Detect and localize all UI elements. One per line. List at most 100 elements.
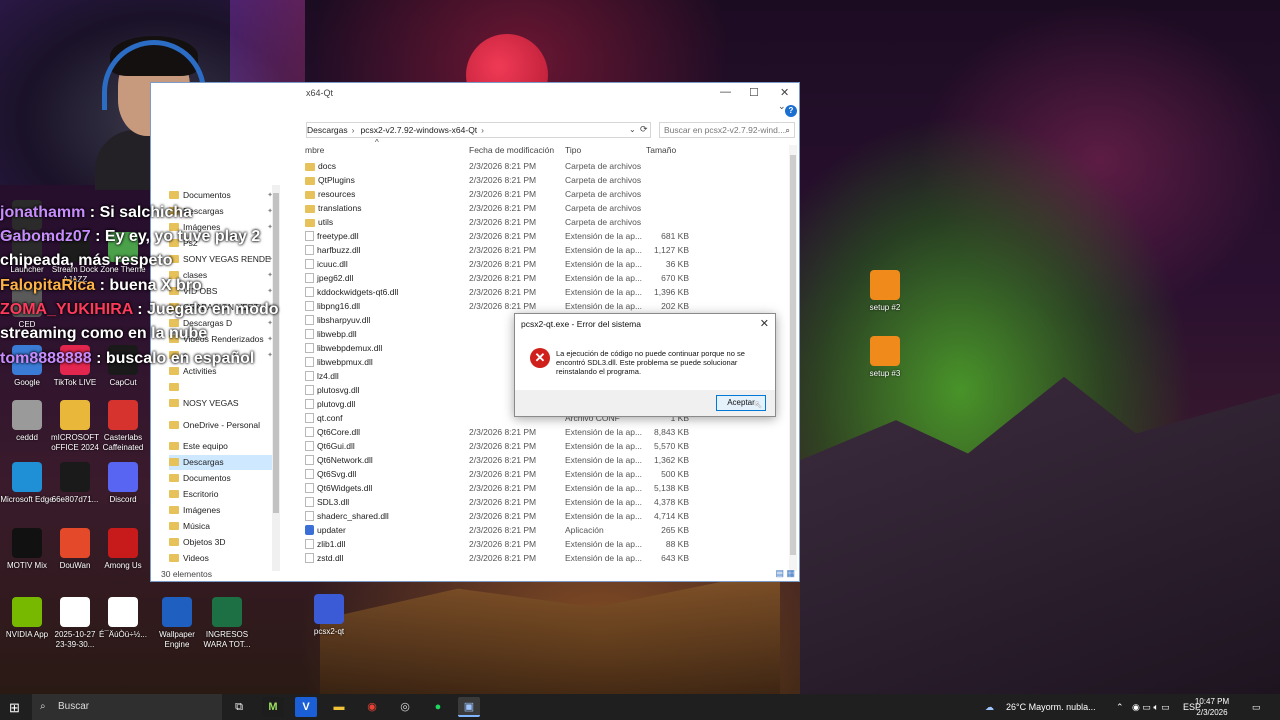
chat-username: jonathamm <box>0 204 86 221</box>
desktop-icon[interactable]: mICROSOFT oFFICE 2024 <box>48 400 102 452</box>
refresh-icon[interactable]: ⟳ <box>640 124 648 135</box>
weather-text[interactable]: 26°C Mayorm. nubla... <box>1006 694 1096 720</box>
task-view-icon[interactable]: ⧉ <box>228 697 250 717</box>
folder-icon <box>305 205 315 213</box>
nav-item[interactable]: Videos <box>169 551 279 566</box>
desktop-icon-label: mICROSOFT oFFICE 2024 <box>51 433 99 452</box>
desktop-icon[interactable]: INGRESOS WARA TOT... <box>200 597 254 649</box>
title-bar[interactable]: x64-Qt — ☐ ✕ <box>306 83 799 103</box>
obs-icon[interactable]: ◎ <box>394 697 416 717</box>
file-date: 2/3/2026 8:21 PM <box>469 259 537 269</box>
file-row[interactable]: resources 2/3/2026 8:21 PM Carpeta de arch… <box>301 187 791 201</box>
chat-username: FalopitaRica <box>0 277 96 294</box>
file-row[interactable]: utils 2/3/2026 8:21 PM Carpeta de archivos <box>301 215 791 229</box>
notifications-icon[interactable]: ▭ <box>1252 694 1261 720</box>
close-icon[interactable]: ✕ <box>780 86 789 99</box>
nav-item[interactable]: Este equipo <box>169 439 279 454</box>
status-item-count: 30 elementos <box>161 569 213 579</box>
desktop-icon[interactable]: É¯ÄúÒü÷½... <box>96 597 150 640</box>
file-date: 2/3/2026 8:21 PM <box>469 231 537 241</box>
error-dialog[interactable]: pcsx2-qt.exe - Error del sistema ✕ ✕ La … <box>514 313 776 417</box>
minimize-icon[interactable]: — <box>720 86 731 98</box>
file-row[interactable]: freetype.dll 2/3/2026 8:21 PM Extensión de… <box>301 229 791 243</box>
file-row[interactable]: docs 2/3/2026 8:21 PM Carpeta de archivos <box>301 159 791 173</box>
desktop-icon[interactable]: Microsoft Edge <box>0 462 54 505</box>
desktop-icon[interactable]: Among Us <box>96 528 150 571</box>
column-name[interactable]: mbre <box>305 145 324 155</box>
desktop-icon[interactable]: setup #3 <box>858 336 912 379</box>
maximize-icon[interactable]: ☐ <box>749 86 759 99</box>
file-row[interactable]: shaderc_shared.dll 2/3/2026 8:21 PM Extens… <box>301 509 791 523</box>
weather-icon[interactable]: ☁ <box>985 694 994 720</box>
file-icon <box>305 553 314 563</box>
nav-item[interactable]: Descargas <box>169 455 279 470</box>
desktop-icon[interactable]: Casterlabs Caffeinated <box>96 400 150 452</box>
search-input[interactable]: Buscar en pcsx2-v2.7.92-wind... ⌕ <box>659 122 795 138</box>
file-name-cell: libwebp.dll <box>305 327 357 341</box>
chrome-icon[interactable]: ◉ <box>361 697 383 717</box>
nav-item[interactable]: OneDrive - Personal <box>169 418 279 433</box>
desktop-icon[interactable]: setup #2 <box>858 270 912 313</box>
file-row[interactable]: icuuc.dll 2/3/2026 8:21 PM Extensión de la… <box>301 257 791 271</box>
file-row[interactable]: jpeg62.dll 2/3/2026 8:21 PM Extensión de l… <box>301 271 791 285</box>
clock[interactable]: 10:47 PM 2/3/2026 <box>1190 696 1234 718</box>
desktop-icon[interactable]: Discord <box>96 462 150 505</box>
address-bar[interactable]: Descargas › pcsx2-v2.7.92-windows-x64-Qt › <box>306 122 651 138</box>
dialog-close-icon[interactable]: ✕ <box>760 317 769 330</box>
desktop-icon[interactable]: ceddd <box>0 400 54 443</box>
taskbar-search-input[interactable]: ⌕ Buscar <box>32 694 222 720</box>
view-toggle-icons[interactable]: ▤ ▦ <box>775 568 795 579</box>
desktop-icon[interactable]: Wallpaper Engine <box>150 597 204 649</box>
main-scrollbar[interactable] <box>789 145 797 571</box>
nav-item[interactable]: Objetos 3D <box>169 535 279 550</box>
nav-item[interactable]: NOSY VEGAS <box>169 396 279 411</box>
nav-item[interactable]: Imágenes <box>169 503 279 518</box>
column-size[interactable]: Tamaño <box>646 145 676 155</box>
nav-item-label: Escritorio <box>183 489 219 499</box>
file-row[interactable]: Qt6Network.dll 2/3/2026 8:21 PM Extensión … <box>301 453 791 467</box>
folder-icon <box>305 219 315 227</box>
file-type: Aplicación <box>565 525 604 535</box>
nav-item[interactable] <box>169 380 279 395</box>
file-row[interactable]: Qt6Widgets.dll 2/3/2026 8:21 PM Extensión … <box>301 481 791 495</box>
file-row[interactable]: updater 2/3/2026 8:21 PM Aplicación 265 KB <box>301 523 791 537</box>
explorer-active-icon[interactable]: ▣ <box>458 697 480 717</box>
file-row[interactable]: harfbuzz.dll 2/3/2026 8:21 PM Extensión de… <box>301 243 791 257</box>
file-explorer-icon[interactable]: ▬ <box>328 697 350 717</box>
file-row[interactable]: QtPlugins 2/3/2026 8:21 PM Carpeta de arch… <box>301 173 791 187</box>
address-dropdown-icon[interactable]: ⌄ <box>629 125 636 134</box>
windows-start-icon[interactable]: ⊞ <box>9 700 20 716</box>
desktop-icon[interactable]: 2025-10-27 23-39-30... <box>48 597 102 649</box>
desktop-icon[interactable]: NVIDIA App <box>0 597 54 640</box>
main-scroll-thumb[interactable] <box>790 155 796 555</box>
file-row[interactable]: Qt6Gui.dll 2/3/2026 8:21 PM Extensión de l… <box>301 439 791 453</box>
mercado-app-icon[interactable]: M <box>262 697 284 717</box>
column-date[interactable]: Fecha de modificación <box>469 145 554 155</box>
breadcrumb-descargas[interactable]: Descargas <box>307 125 348 135</box>
help-icon[interactable]: ? <box>785 105 797 117</box>
desktop-icon[interactable]: pcsx2-qt <box>302 594 356 637</box>
file-row[interactable]: Qt6Core.dll 2/3/2026 8:21 PM Extensión de … <box>301 425 791 439</box>
breadcrumb-folder[interactable]: pcsx2-v2.7.92-windows-x64-Qt <box>360 125 477 135</box>
file-row[interactable]: zstd.dll 2/3/2026 8:21 PM Extensión de la … <box>301 551 791 565</box>
file-row[interactable]: kddockwidgets-qt6.dll 2/3/2026 8:21 PM Ext… <box>301 285 791 299</box>
file-row[interactable]: libpng16.dll 2/3/2026 8:21 PM Extensión de… <box>301 299 791 313</box>
desktop-icon[interactable]: DouWan <box>48 528 102 571</box>
v-app-icon[interactable]: V <box>295 697 317 717</box>
spotify-icon[interactable]: ● <box>427 697 449 717</box>
desktop-icon[interactable]: MOTIV Mix <box>0 528 54 571</box>
file-row[interactable]: SDL3.dll 2/3/2026 8:21 PM Extensión de la … <box>301 495 791 509</box>
file-row[interactable]: Qt6Svg.dll 2/3/2026 8:21 PM Extensión de l… <box>301 467 791 481</box>
nav-item[interactable]: Escritorio <box>169 487 279 502</box>
chevron-up-icon[interactable]: ⌃ <box>1116 694 1124 720</box>
file-row[interactable]: zlib1.dll 2/3/2026 8:21 PM Extensión de la… <box>301 537 791 551</box>
desktop-icon[interactable]: 66e807d71... <box>48 462 102 505</box>
file-name-cell: Qt6Widgets.dll <box>305 481 372 495</box>
nav-item[interactable]: Documentos <box>169 471 279 486</box>
file-name: libwebpmux.dll <box>317 357 373 367</box>
nav-item[interactable]: Música <box>169 519 279 534</box>
column-type[interactable]: Tipo <box>565 145 581 155</box>
file-row[interactable]: translations 2/3/2026 8:21 PM Carpeta de a… <box>301 201 791 215</box>
file-size: 1,362 KB <box>654 455 689 465</box>
tray-icons[interactable]: ◉ ▭ 🔈︎ ▭ <box>1132 694 1170 720</box>
